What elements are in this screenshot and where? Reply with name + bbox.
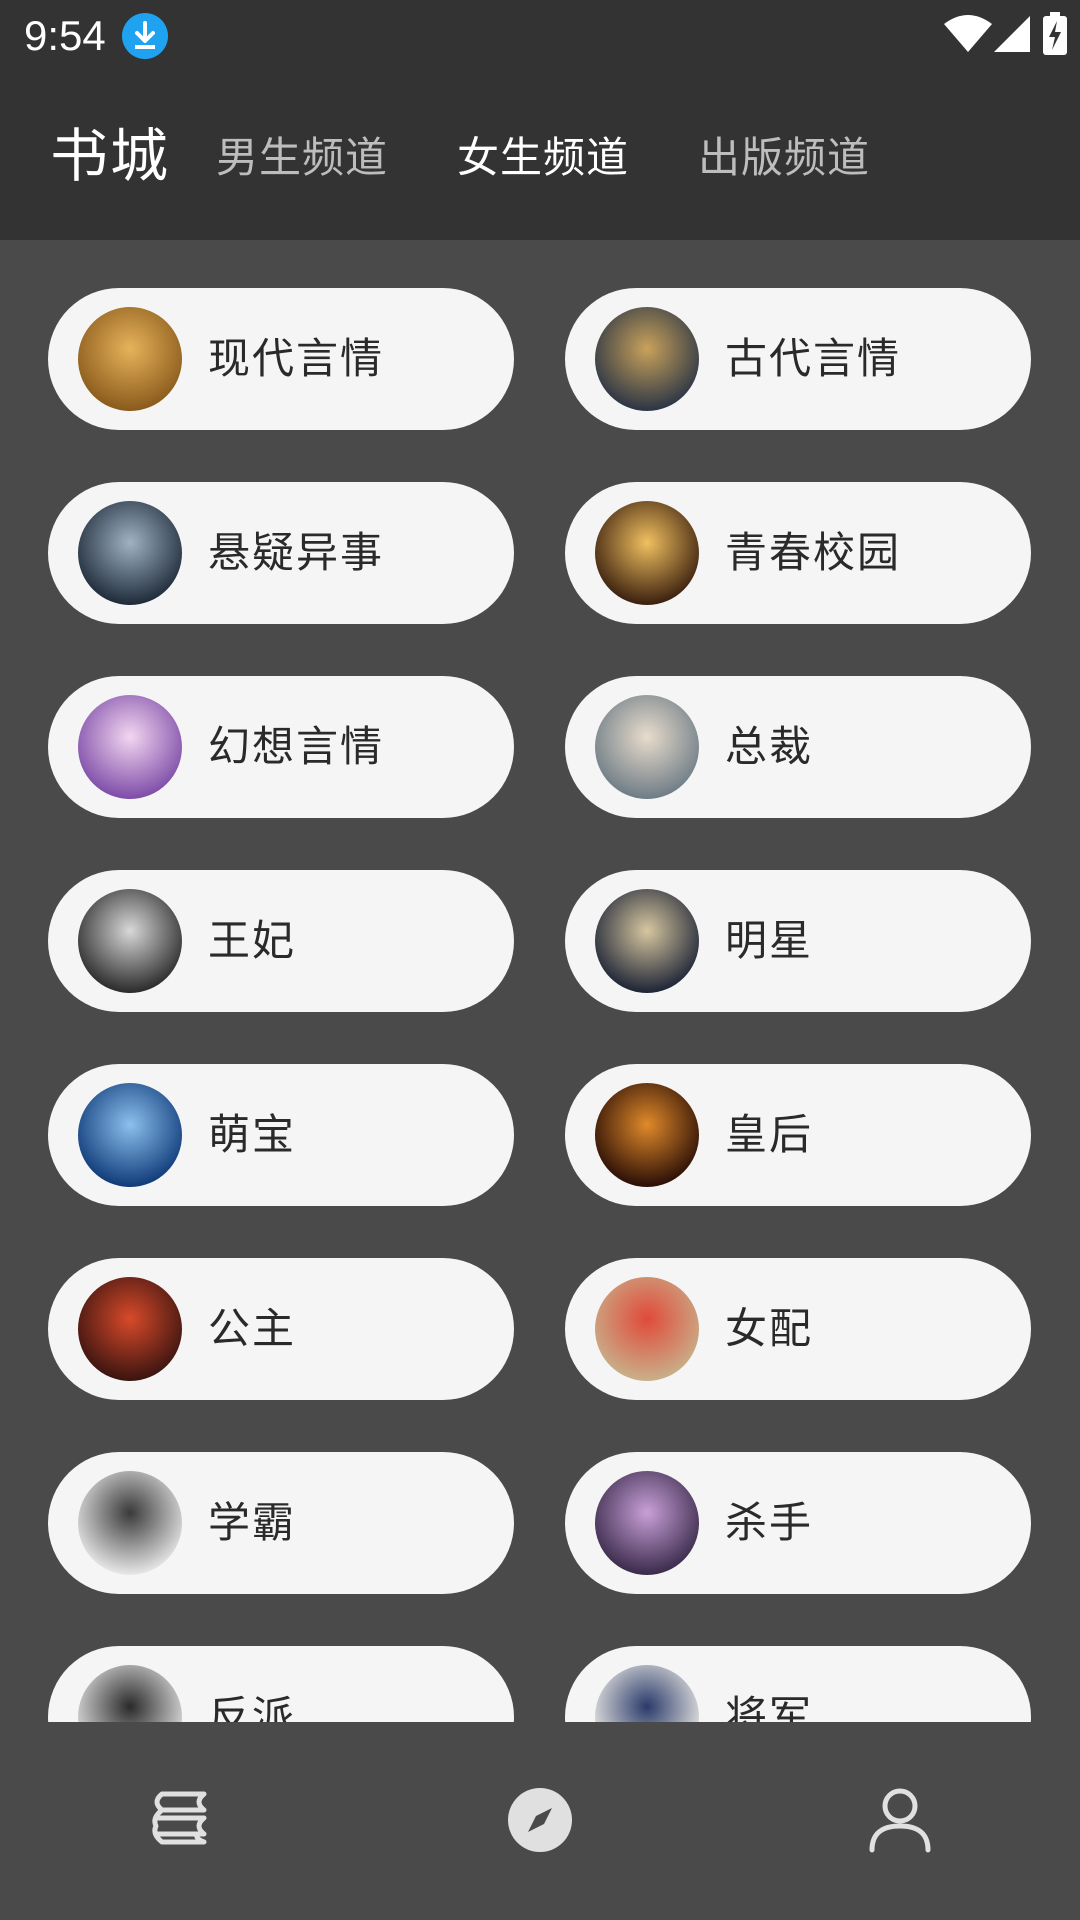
category-princess-consort[interactable]: 王妃 (48, 870, 514, 1012)
category-empress[interactable]: 皇后 (565, 1064, 1031, 1206)
battery-charging-icon (1042, 12, 1068, 56)
book-cover-thumbnail (78, 1665, 182, 1722)
compass-icon (508, 1788, 572, 1852)
category-label: 古代言情 (725, 334, 902, 383)
category-label: 杀手 (725, 1498, 814, 1547)
page-title: 书城 (50, 122, 171, 190)
category-grid: 现代言情 古代言情 悬疑异事 青春校园 幻想言情 总裁 王妃 明星 萌宝 皇后 … (0, 240, 1080, 1722)
book-cover-thumbnail (78, 1277, 182, 1381)
book-cover-thumbnail (595, 1665, 699, 1722)
nav-discover[interactable] (490, 1770, 590, 1870)
category-ceo[interactable]: 总裁 (565, 676, 1031, 818)
status-bar: 9:54 (0, 0, 1080, 72)
category-label: 公主 (208, 1304, 297, 1353)
category-assassin[interactable]: 杀手 (565, 1452, 1031, 1594)
category-fantasy-romance[interactable]: 幻想言情 (48, 676, 514, 818)
book-cover-thumbnail (78, 1083, 182, 1187)
status-time: 9:54 (24, 12, 106, 59)
nav-profile[interactable] (850, 1770, 950, 1870)
category-general[interactable]: 将军 (565, 1646, 1031, 1722)
category-top-student[interactable]: 学霸 (48, 1452, 514, 1594)
category-campus-youth[interactable]: 青春校园 (565, 482, 1031, 624)
category-label: 幻想言情 (208, 722, 385, 771)
app-bar: 书城 男生频道 女生频道 出版频道 (0, 72, 1080, 240)
category-supporting-female[interactable]: 女配 (565, 1258, 1031, 1400)
category-cute-baby[interactable]: 萌宝 (48, 1064, 514, 1206)
book-cover-thumbnail (78, 889, 182, 993)
book-cover-thumbnail (595, 1083, 699, 1187)
tab-female-channel[interactable]: 女生频道 (457, 132, 629, 184)
bottom-navigation (0, 1722, 1080, 1920)
nav-bookshelf[interactable] (130, 1770, 230, 1870)
category-label: 悬疑异事 (208, 528, 385, 577)
category-label: 现代言情 (208, 334, 385, 383)
category-label: 明星 (725, 916, 814, 965)
user-icon (869, 1788, 931, 1853)
cellular-signal-icon (992, 14, 1032, 54)
category-label: 女配 (725, 1304, 814, 1353)
category-suspense[interactable]: 悬疑异事 (48, 482, 514, 624)
category-celebrity[interactable]: 明星 (565, 870, 1031, 1012)
bookshelf-icon (152, 1791, 207, 1845)
category-label: 皇后 (725, 1110, 814, 1159)
tab-publishing-channel[interactable]: 出版频道 (698, 132, 870, 184)
book-cover-thumbnail (595, 307, 699, 411)
book-cover-thumbnail (595, 501, 699, 605)
category-label: 总裁 (725, 722, 814, 771)
book-cover-thumbnail (595, 1277, 699, 1381)
book-cover-thumbnail (595, 1471, 699, 1575)
category-label: 反派 (208, 1692, 297, 1722)
category-label: 王妃 (208, 916, 297, 965)
download-icon (122, 13, 168, 59)
book-cover-thumbnail (78, 501, 182, 605)
category-label: 青春校园 (725, 528, 902, 577)
book-cover-thumbnail (78, 1471, 182, 1575)
system-status-icons (860, 0, 1080, 72)
book-cover-thumbnail (78, 695, 182, 799)
book-cover-thumbnail (595, 695, 699, 799)
book-cover-thumbnail (78, 307, 182, 411)
tab-male-channel[interactable]: 男生频道 (216, 132, 388, 184)
book-cover-thumbnail (595, 889, 699, 993)
category-label: 将军 (725, 1692, 814, 1722)
category-label: 萌宝 (208, 1110, 297, 1159)
category-princess[interactable]: 公主 (48, 1258, 514, 1400)
category-villain[interactable]: 反派 (48, 1646, 514, 1722)
category-ancient-romance[interactable]: 古代言情 (565, 288, 1031, 430)
category-label: 学霸 (208, 1498, 297, 1547)
category-modern-romance[interactable]: 现代言情 (48, 288, 514, 430)
wifi-icon (944, 14, 992, 54)
